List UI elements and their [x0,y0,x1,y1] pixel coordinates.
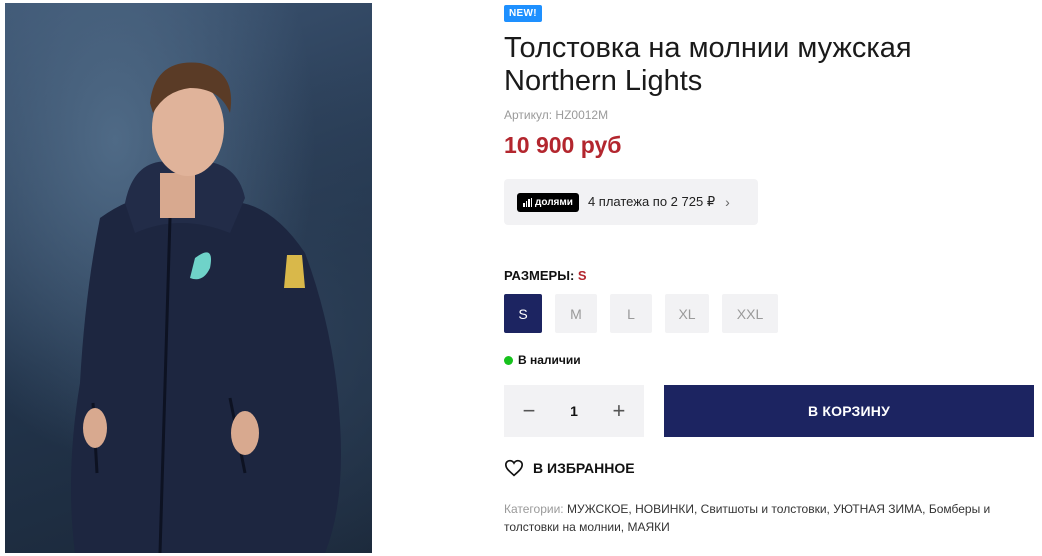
size-option-xxl[interactable]: XXL [722,294,778,333]
sizes-label: РАЗМЕРЫ: S [504,268,587,283]
chevron-right-icon: › [725,194,730,210]
price: 10 900 руб [504,132,622,158]
bars-icon [523,197,532,207]
dolyami-logo-text: долями [535,196,573,208]
quantity-value[interactable]: 1 [570,403,578,419]
minus-button[interactable]: − [519,400,539,422]
categories-label: Категории: [504,502,567,516]
stock-text: В наличии [518,353,581,367]
sku: Артикул: HZ0012M [504,108,609,122]
size-option-l[interactable]: L [610,294,652,333]
dolyami-logo: долями [517,192,579,212]
size-option-xl[interactable]: XL [665,294,709,333]
heart-icon [504,459,524,477]
quantity-stepper: − 1 + [504,385,644,437]
selected-size: S [577,268,587,283]
product-photo[interactable] [5,3,372,553]
size-selector: S M L XL XXL [504,294,778,333]
categories: Категории: МУЖСКОЕ, НОВИНКИ, Свитшоты и … [504,500,1034,536]
installment-widget[interactable]: долями 4 платежа по 2 725 ₽ › [504,179,758,225]
add-to-favorites-button[interactable]: В ИЗБРАННОЕ [504,459,635,477]
favorites-label: В ИЗБРАННОЕ [533,460,635,476]
stock-status: В наличии [504,353,581,367]
title-line-2: Northern Lights [504,65,703,97]
add-to-cart-button[interactable]: В КОРЗИНУ [664,385,1034,437]
title-line-1: Толстовка на молнии мужская [504,32,912,64]
new-badge: NEW! [504,5,542,22]
size-option-s[interactable]: S [504,294,542,333]
sizes-label-text: РАЗМЕРЫ: [504,268,578,283]
categories-list[interactable]: МУЖСКОЕ, НОВИНКИ, Свитшоты и толстовки, … [504,502,990,534]
in-stock-dot-icon [504,355,513,365]
plus-button[interactable]: + [609,400,629,422]
product-title: Толстовка на молнии мужская Northern Lig… [504,32,1024,98]
installment-text: 4 платежа по 2 725 ₽ [587,194,716,209]
size-option-m[interactable]: M [555,294,597,333]
